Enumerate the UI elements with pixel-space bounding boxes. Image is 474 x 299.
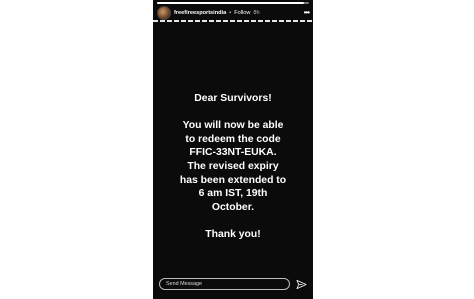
message-line: Dear Survivors!: [194, 93, 272, 104]
post-time: 8h: [253, 10, 260, 16]
story-progress-fill: [157, 2, 305, 4]
dashed-divider: [153, 20, 313, 22]
message-line: The revised expiry: [187, 160, 279, 172]
send-message-input[interactable]: [159, 278, 290, 290]
message-line: has been extended to: [179, 174, 287, 186]
message-line: You will now be able: [182, 120, 284, 132]
paper-plane-icon[interactable]: [296, 279, 307, 290]
more-dots-icon[interactable]: •••: [304, 9, 310, 17]
story-progress-bar: [157, 2, 309, 4]
message-line: 6 am IST, 19th: [198, 188, 268, 200]
avatar[interactable]: [157, 6, 171, 20]
story-footer: [159, 277, 307, 291]
message-line: October.: [211, 201, 255, 213]
message-line: Thank you!: [205, 228, 261, 240]
separator-dot: •: [229, 10, 232, 16]
story-viewer: freefireesportsindia • Follow 8h ••• Dea…: [153, 0, 313, 299]
username[interactable]: freefireesportsindia: [174, 10, 226, 16]
message-line: to redeem the code: [185, 133, 281, 145]
story-header: freefireesportsindia • Follow 8h •••: [157, 6, 310, 20]
message-line: FFIC-33NT-EUKA.: [189, 147, 277, 159]
story-message: Dear Survivors! You will now be able to …: [153, 92, 313, 242]
follow-button[interactable]: Follow: [234, 10, 250, 16]
